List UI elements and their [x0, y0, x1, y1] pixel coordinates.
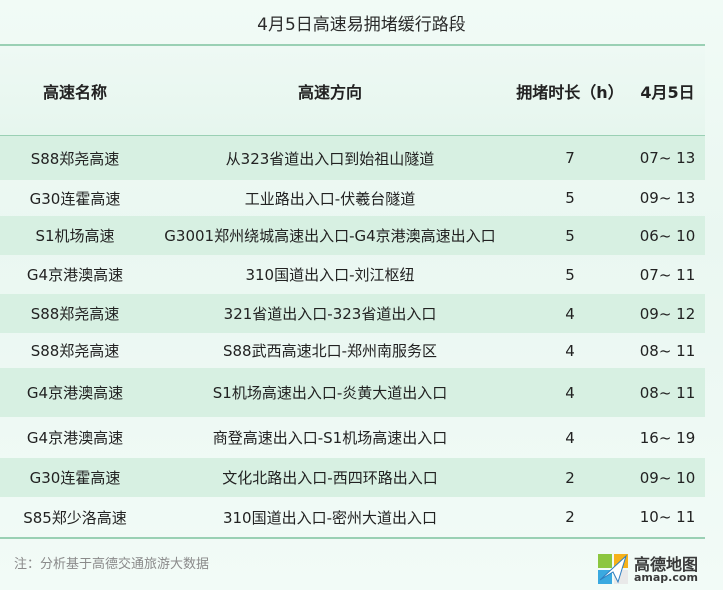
table-row: G4京港澳高速 310国道出入口-刘江枢纽 5 07~ 11	[0, 255, 705, 294]
cell-time: 09~ 12	[639, 304, 696, 323]
cell-duration: 5	[565, 189, 575, 207]
cell-time: 16~ 19	[639, 428, 696, 447]
cell-direction: 310国道出入口-刘江枢纽	[245, 266, 415, 284]
cell-time: 09~ 10	[639, 468, 696, 487]
cell-time: 10~ 11	[639, 508, 696, 526]
cell-duration: 4	[565, 428, 575, 447]
table-row: G30连霍高速 文化北路出入口-西四环路出入口 2 09~ 10	[0, 458, 705, 497]
logo-url: amap.com	[634, 571, 698, 584]
cell-direction: S1机场高速出入口-炎黄大道出入口	[212, 384, 448, 402]
cell-direction: 从323省道出入口到始祖山隧道	[225, 149, 435, 168]
cell-duration: 4	[565, 341, 575, 360]
cell-highway-name: G4京港澳高速	[26, 266, 124, 284]
cell-highway-name: G30连霍高速	[29, 469, 121, 487]
cell-duration: 5	[565, 265, 575, 284]
footer-note: 注：分析基于高德交通旅游大数据	[14, 557, 210, 572]
table-row: S88郑尧高速 S88武西高速北口-郑州南服务区 4 08~ 11	[0, 333, 705, 368]
cell-duration: 4	[565, 304, 575, 323]
cell-highway-name: S88郑尧高速	[30, 305, 120, 323]
cell-time: 07~ 13	[639, 149, 696, 167]
table-header: 高速名称 高速方向 拥堵时长（h） 4月5日	[0, 46, 705, 135]
table-row: S88郑尧高速 321省道出入口-323省道出入口 4 09~ 12	[0, 294, 705, 333]
cell-highway-name: S88郑尧高速	[30, 342, 120, 360]
table-row: G30连霍高速 工业路出入口-伏羲台隧道 5 09~ 13	[0, 180, 705, 216]
table-row: S88郑尧高速 从323省道出入口到始祖山隧道 7 07~ 13	[0, 136, 705, 180]
cell-duration: 7	[565, 149, 575, 167]
cell-highway-name: G4京港澳高速	[26, 429, 124, 447]
cell-direction: 商登高速出入口-S1机场高速出入口	[212, 429, 448, 447]
cell-highway-name: G4京港澳高速	[26, 384, 124, 402]
cell-direction: 工业路出入口-伏羲台隧道	[244, 189, 416, 208]
cell-duration: 5	[565, 226, 575, 245]
cell-duration: 2	[565, 468, 575, 487]
header-date: 4月5日	[640, 82, 695, 102]
cell-direction: 文化北路出入口-西四环路出入口	[222, 469, 438, 487]
page-title: 4月5日高速易拥堵缓行路段	[257, 14, 466, 35]
cell-direction: G3001郑州绕城高速出入口-G4京港澳高速出入口	[164, 227, 496, 245]
cell-time: 08~ 11	[639, 383, 696, 402]
cell-duration: 4	[565, 383, 575, 402]
table-row: S85郑少洛高速 310国道出入口-密州大道出入口 2 10~ 11	[0, 497, 705, 537]
cell-time: 08~ 11	[639, 341, 696, 360]
cell-highway-name: S88郑尧高速	[30, 149, 120, 168]
header-direction: 高速方向	[297, 82, 362, 102]
cell-highway-name: S85郑少洛高速	[23, 508, 127, 527]
table-row: G4京港澳高速 S1机场高速出入口-炎黄大道出入口 4 08~ 11	[0, 368, 705, 417]
cell-time: 09~ 13	[639, 189, 696, 207]
table-row: S1机场高速 G3001郑州绕城高速出入口-G4京港澳高速出入口 5 06~ 10	[0, 216, 705, 255]
table-bottom-divider	[0, 537, 705, 539]
cell-time: 07~ 11	[639, 265, 696, 284]
table-row: G4京港澳高速 商登高速出入口-S1机场高速出入口 4 16~ 19	[0, 417, 705, 458]
cell-duration: 2	[565, 508, 575, 526]
cell-direction: 321省道出入口-323省道出入口	[223, 305, 437, 323]
cell-time: 06~ 10	[639, 226, 696, 245]
header-duration: 拥堵时长（h）	[516, 82, 624, 102]
cell-direction: 310国道出入口-密州大道出入口	[222, 508, 438, 527]
amap-logo-icon	[598, 554, 628, 584]
cell-direction: S88武西高速北口-郑州南服务区	[222, 342, 438, 360]
header-highway-name: 高速名称	[42, 82, 107, 102]
amap-logo: 高德地图 amap.com	[596, 548, 721, 588]
cell-highway-name: G30连霍高速	[29, 189, 121, 208]
cell-highway-name: S1机场高速	[35, 227, 115, 245]
